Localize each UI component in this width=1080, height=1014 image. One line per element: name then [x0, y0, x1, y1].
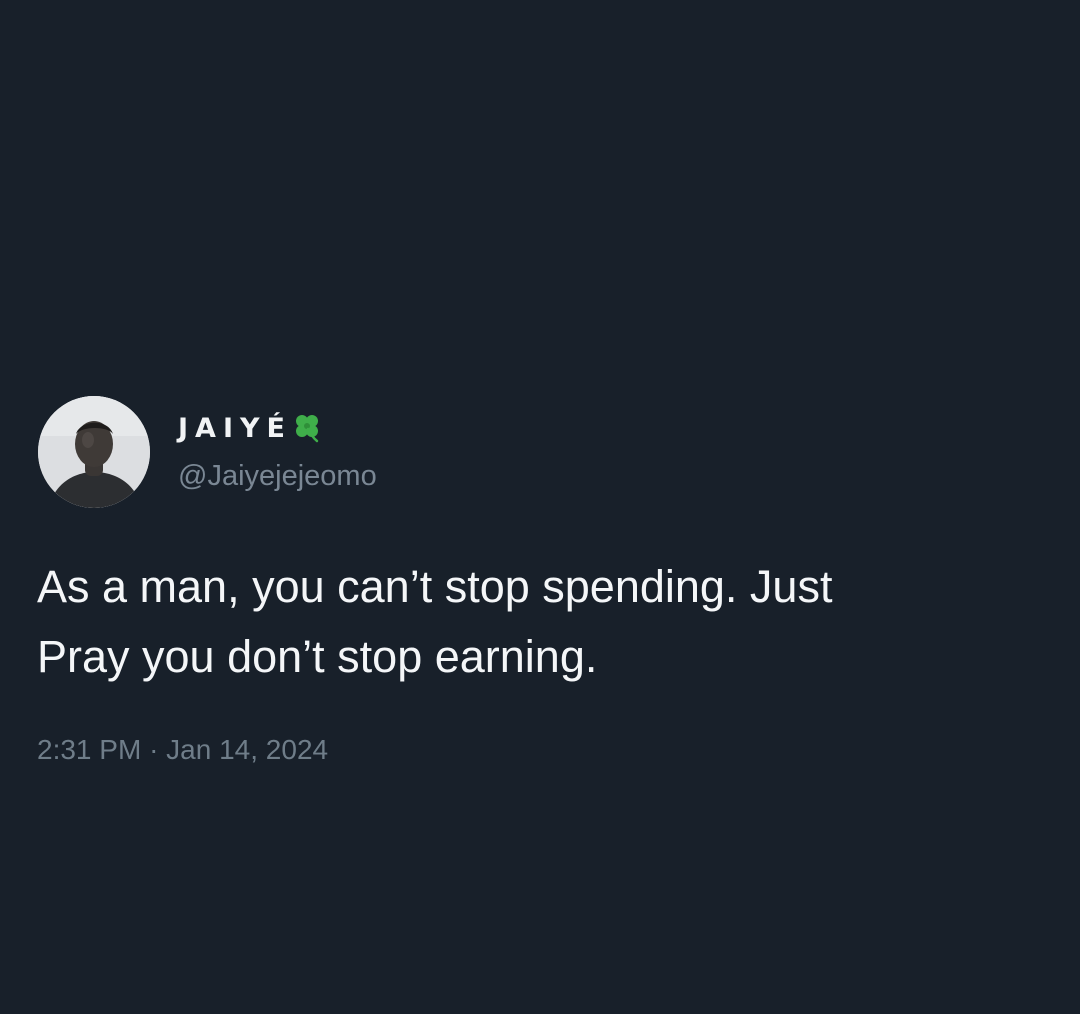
tweet-card: JAIYÉ @Jaiyejejeomo As a man, you can’t … [0, 0, 1080, 1014]
tweet-text-line: Pray you don’t stop earning. [37, 631, 598, 682]
tweet-text-line: As a man, you can’t stop spending. Just [37, 561, 833, 612]
tweet-timestamp[interactable]: 2:31 PM · Jan 14, 2024 [37, 730, 328, 770]
display-name-text: JAIYÉ [178, 412, 292, 444]
tweet-time: 2:31 PM [37, 734, 142, 765]
user-handle[interactable]: @Jaiyejejeomo [178, 456, 377, 496]
avatar[interactable] [38, 396, 150, 508]
four-leaf-clover-icon [290, 411, 324, 445]
timestamp-separator: · [149, 734, 159, 765]
tweet-date: Jan 14, 2024 [166, 734, 329, 765]
avatar-photo [38, 396, 150, 508]
display-name[interactable]: JAIYÉ [178, 408, 324, 448]
tweet-text: As a man, you can’t stop spending. Just … [37, 552, 1047, 692]
